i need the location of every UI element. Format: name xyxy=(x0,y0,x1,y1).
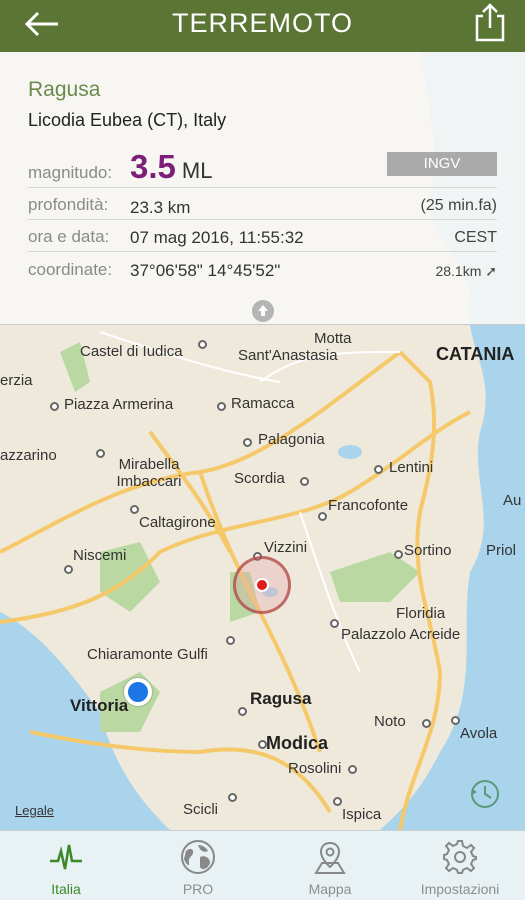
map-dot xyxy=(64,565,73,574)
map-dot xyxy=(348,765,357,774)
elapsed-time: (25 min.fa) xyxy=(420,197,497,214)
map-label-vizzini: Vizzini xyxy=(264,539,308,556)
map-label-ramacca: Ramacca xyxy=(231,395,295,412)
place-name: Ragusa xyxy=(28,78,101,101)
coordinates-label: coordinate: xyxy=(28,260,113,279)
map-dot xyxy=(50,402,59,411)
tab-impostazioni[interactable]: Impostazioni xyxy=(400,831,520,900)
tab-label: Mappa xyxy=(308,881,352,897)
map-label-vittoria: Vittoria xyxy=(70,696,129,715)
map-dot xyxy=(243,438,252,447)
map-label-scordia: Scordia xyxy=(234,470,285,487)
tab-italia[interactable]: Italia xyxy=(6,831,126,900)
map-label-au: Au xyxy=(503,492,522,509)
map-pin-icon xyxy=(314,841,346,874)
depth-label: profondità: xyxy=(28,195,109,214)
tab-label: Italia xyxy=(51,881,81,897)
map-label-modica: Modica xyxy=(266,733,329,753)
map-label-lentini: Lentini xyxy=(389,459,434,476)
map-dot xyxy=(318,512,327,521)
magnitude-label: magnitudo: xyxy=(28,163,113,182)
depth-row: profondità: 23.3 km (25 min.fa) xyxy=(28,188,497,220)
map-dot xyxy=(228,793,237,802)
coordinates-row: coordinate: 37°06'58" 14°45'52" 28.1km ➚ xyxy=(28,252,497,284)
map-label-mirabella: Mirabella Imbaccari xyxy=(116,456,182,490)
map-label-erzia: erzia xyxy=(0,372,33,389)
time-value: 07 mag 2016, 11:55:32 xyxy=(130,228,304,247)
map-label-sant-anastasia: Sant'Anastasia xyxy=(238,347,338,364)
map-label-floridia: Floridia xyxy=(396,605,446,622)
tab-label: PRO xyxy=(182,881,214,897)
tab-bar: Italia PRO Mappa Impostazioni xyxy=(0,830,525,900)
map-dot xyxy=(330,619,339,628)
map-dot xyxy=(422,719,431,728)
distance-value: 28.1km ➚ xyxy=(435,263,497,280)
map-dot xyxy=(130,505,139,514)
map-label-avola: Avola xyxy=(460,725,498,742)
map-label-castel-di-iudica: Castel di Iudica xyxy=(80,343,183,360)
location-arrow-icon: ➚ xyxy=(485,263,497,279)
map-label-sortino: Sortino xyxy=(404,542,452,559)
map-dot xyxy=(451,716,460,725)
map-label-motta: Motta xyxy=(314,330,352,347)
magnitude-row: magnitudo: 3.5 ML INGV xyxy=(28,148,497,188)
coordinates-value: 37°06'58" 14°45'52" xyxy=(130,261,281,280)
map-label-piazza-armerina: Piazza Armerina xyxy=(64,396,174,413)
history-icon[interactable] xyxy=(468,777,502,811)
map-dot xyxy=(217,402,226,411)
seismograph-icon xyxy=(50,844,82,870)
map-label-noto: Noto xyxy=(374,713,406,730)
map-label-rosolini: Rosolini xyxy=(288,760,342,777)
depth-value: 23.3 km xyxy=(130,198,191,217)
user-location-dot xyxy=(124,678,152,706)
earthquake-epicenter-dot xyxy=(255,578,269,592)
page-title: TERREMOTO xyxy=(171,8,353,38)
earthquake-marker[interactable] xyxy=(233,556,291,614)
magnitude-value: 3.5 xyxy=(130,148,176,185)
map-dot xyxy=(96,449,105,458)
map-label-priol: Priol xyxy=(486,542,517,559)
map-dot xyxy=(300,477,309,486)
map-dot xyxy=(226,636,235,645)
legal-link[interactable]: Legale xyxy=(15,803,54,818)
map-dot xyxy=(238,707,247,716)
tab-pro[interactable]: PRO xyxy=(138,831,258,900)
globe-icon xyxy=(181,840,215,874)
map-label-ispica: Ispica xyxy=(342,806,382,823)
magnitude-unit: ML xyxy=(181,158,213,183)
timezone: CEST xyxy=(454,229,497,246)
map-dot xyxy=(333,797,342,806)
earthquake-info-panel: Ragusa Licodia Eubea (CT), Italy magnitu… xyxy=(0,52,525,325)
gear-icon xyxy=(443,840,477,874)
map-label-scicli: Scicli xyxy=(183,801,219,818)
map-dot xyxy=(374,465,383,474)
map-label-palagonia: Palagonia xyxy=(258,431,325,448)
map-dot xyxy=(198,340,207,349)
navigation-bar: TERREMOTO xyxy=(0,0,525,52)
map-dot xyxy=(258,740,267,749)
map-label-ragusa: Ragusa xyxy=(250,689,312,708)
magnitude-value-group: 3.5 ML xyxy=(130,148,212,186)
map-dot xyxy=(394,550,403,559)
map-label-azzarino: azzarino xyxy=(0,447,57,464)
share-icon[interactable] xyxy=(473,2,507,44)
tab-label: Impostazioni xyxy=(420,881,500,897)
time-row: ora e data: 07 mag 2016, 11:55:32 CEST xyxy=(28,220,497,252)
collapse-arrow-icon[interactable] xyxy=(252,300,274,322)
map-label-niscemi: Niscemi xyxy=(73,547,127,564)
map-label-caltagirone: Caltagirone xyxy=(139,514,216,531)
map-label-palazzolo: Palazzolo Acreide xyxy=(341,626,461,643)
region-name: Licodia Eubea (CT), Italy xyxy=(28,110,227,130)
map-label-catania: CATANIA xyxy=(436,344,515,364)
time-label: ora e data: xyxy=(28,227,110,246)
map-label-chiaramonte: Chiaramonte Gulfi xyxy=(87,646,208,663)
source-badge[interactable]: INGV xyxy=(387,152,497,176)
map-label-francofonte: Francofonte xyxy=(328,497,409,514)
tab-mappa[interactable]: Mappa xyxy=(270,831,390,900)
distance-text: 28.1km xyxy=(435,263,482,279)
